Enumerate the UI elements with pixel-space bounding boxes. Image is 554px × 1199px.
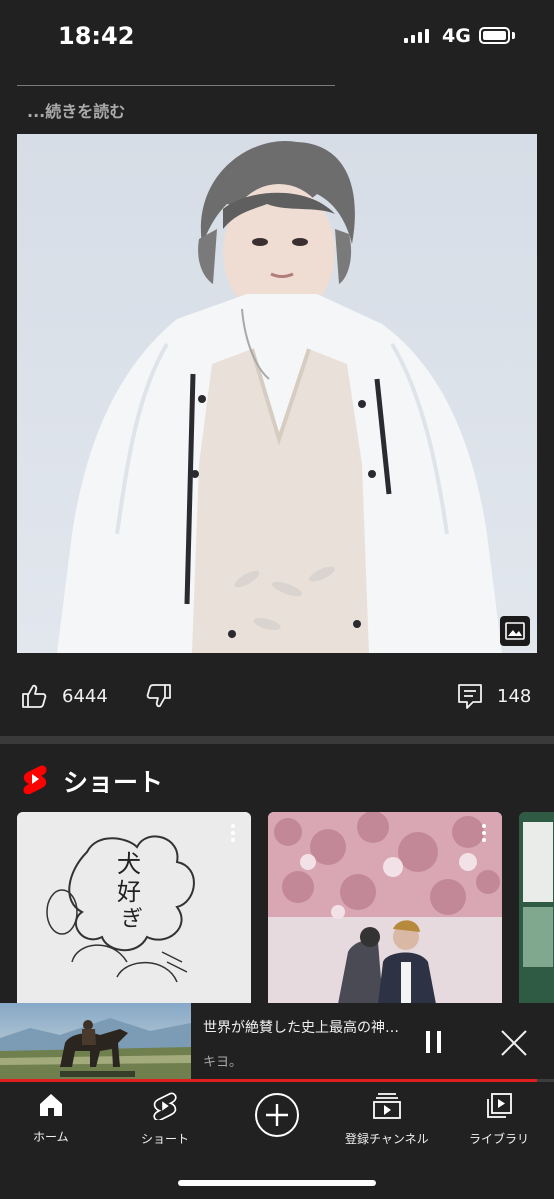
battery-icon — [479, 27, 510, 44]
comment-icon[interactable] — [456, 682, 484, 714]
nav-item-subscriptions[interactable]: 登録チャンネル — [345, 1092, 429, 1147]
comment-count: 148 — [497, 686, 532, 707]
svg-text:犬: 犬 — [117, 850, 141, 878]
shorts-icon — [152, 1092, 178, 1124]
short-thumbnail — [519, 812, 554, 1004]
nav-item-home[interactable]: ホーム — [33, 1092, 69, 1145]
post-image[interactable] — [17, 134, 537, 653]
nav-item-create[interactable] — [254, 1092, 300, 1142]
home-indicator[interactable] — [178, 1180, 376, 1186]
library-icon — [485, 1092, 513, 1124]
short-card[interactable]: 犬 好 ぎ — [17, 812, 251, 1004]
short-thumbnail — [268, 812, 502, 1004]
network-type: 4G — [442, 25, 471, 47]
post-photo-illustration — [57, 140, 502, 653]
battery-tip — [512, 32, 515, 39]
nav-item-library[interactable]: ライブラリ — [469, 1092, 529, 1147]
short-card[interactable] — [268, 812, 502, 1004]
nav-item-shorts[interactable]: ショート — [141, 1092, 189, 1147]
more-options-icon[interactable] — [231, 824, 235, 845]
mini-player-thumbnail[interactable] — [0, 1003, 191, 1079]
create-plus-icon — [254, 1092, 300, 1142]
shorts-logo-icon — [22, 764, 48, 798]
short-card[interactable] — [519, 812, 554, 1004]
pause-button[interactable] — [424, 1031, 444, 1053]
image-icon — [500, 616, 530, 646]
like-count: 6444 — [62, 686, 108, 707]
nav-label-shorts: ショート — [141, 1132, 190, 1146]
close-icon[interactable] — [500, 1029, 528, 1061]
svg-text:ぎ: ぎ — [121, 907, 143, 932]
like-icon[interactable] — [20, 682, 48, 714]
more-options-icon[interactable] — [482, 824, 486, 845]
nav-label-subscriptions: 登録チャンネル — [345, 1132, 429, 1146]
mini-player-title[interactable]: 世界が絶賛した史上最高の神… — [203, 1017, 398, 1037]
post-divider — [17, 85, 335, 86]
short-thumbnail: 犬 好 ぎ — [17, 812, 251, 1004]
mini-player-channel: キヨ。 — [203, 1055, 243, 1070]
svg-text:好: 好 — [117, 878, 141, 906]
status-time: 18:42 — [58, 22, 135, 50]
section-separator — [0, 736, 554, 744]
nav-label-library: ライブラリ — [469, 1132, 530, 1146]
home-icon — [38, 1092, 64, 1122]
read-more-link[interactable]: ...続きを読む — [27, 98, 125, 122]
dislike-icon[interactable] — [145, 682, 173, 714]
mini-player-video-frame — [0, 1018, 191, 1079]
shorts-section-title: ショート — [63, 768, 164, 797]
signal-strength-icon — [404, 29, 429, 43]
nav-label-home: ホーム — [33, 1130, 69, 1144]
subscriptions-icon — [372, 1092, 402, 1124]
